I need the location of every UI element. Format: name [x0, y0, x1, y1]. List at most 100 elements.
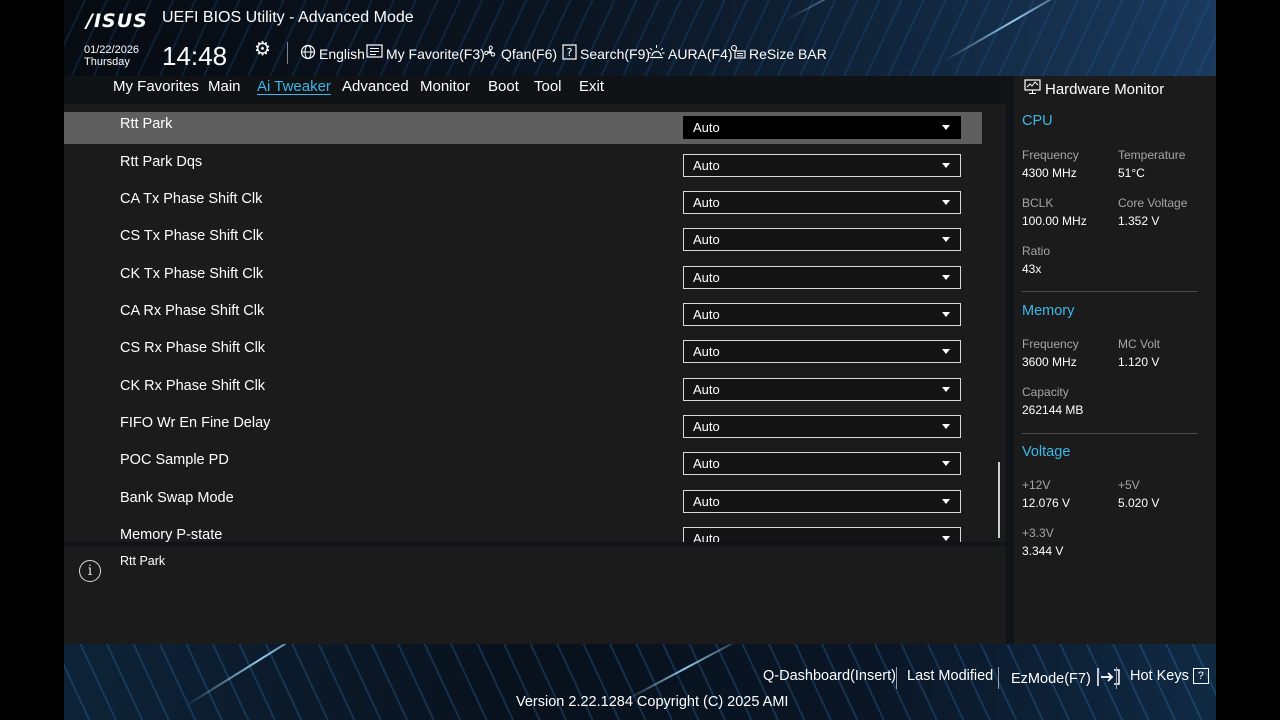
- setting-row[interactable]: Rtt Park Auto: [64, 112, 982, 144]
- header-divider: [287, 42, 288, 64]
- chevron-down-icon: [942, 163, 950, 168]
- globe-icon: [300, 44, 316, 64]
- setting-row[interactable]: CS Tx Phase Shift Clk Auto: [64, 224, 982, 256]
- setting-label: POC Sample PD: [120, 452, 229, 468]
- language-button[interactable]: English: [300, 44, 365, 64]
- cpu-heading: CPU: [1022, 113, 1053, 129]
- dropdown-value: Auto: [693, 344, 720, 359]
- footer-divider: [896, 667, 897, 689]
- setting-label: CS Rx Phase Shift Clk: [120, 340, 266, 356]
- setting-dropdown[interactable]: Auto: [683, 154, 961, 177]
- section-divider: [1022, 433, 1198, 434]
- setting-row[interactable]: Memory P-state Auto: [64, 523, 982, 542]
- tab-boot[interactable]: Boot: [488, 78, 519, 95]
- setting-row[interactable]: POC Sample PD Auto: [64, 448, 982, 480]
- ezmode-button[interactable]: EzMode(F7): [1011, 668, 1121, 690]
- qfan-button[interactable]: Qfan(F6): [482, 44, 557, 64]
- asus-logo: /ISUS: [86, 10, 148, 32]
- setting-row[interactable]: Bank Swap Mode Auto: [64, 486, 982, 518]
- aura-icon: [648, 44, 665, 64]
- setting-dropdown[interactable]: Auto: [683, 116, 961, 139]
- time-display: 14:48: [162, 41, 228, 71]
- setting-row[interactable]: CK Tx Phase Shift Clk Auto: [64, 262, 982, 294]
- hardware-monitor-title: Hardware Monitor: [1024, 79, 1164, 99]
- q-dashboard-button[interactable]: Q-Dashboard(Insert): [763, 668, 896, 684]
- day-text: Thursday: [84, 56, 130, 68]
- qfan-label: Qfan(F6): [501, 46, 558, 62]
- help-key-icon: ?: [1192, 668, 1209, 685]
- resize-bar-icon: [730, 44, 746, 64]
- last-modified-button[interactable]: Last Modified: [907, 668, 993, 684]
- setting-row[interactable]: CK Rx Phase Shift Clk Auto: [64, 374, 982, 406]
- setting-dropdown[interactable]: Auto: [683, 527, 961, 542]
- mc-volt-label: MC Volt: [1118, 337, 1161, 351]
- chevron-down-icon: [942, 237, 950, 242]
- svg-text:?: ?: [567, 46, 573, 59]
- tab-tool[interactable]: Tool: [534, 78, 562, 95]
- setting-dropdown[interactable]: Auto: [683, 340, 961, 363]
- v5-label: +5V: [1118, 478, 1140, 492]
- setting-label: Rtt Park: [120, 116, 173, 132]
- setting-row[interactable]: Rtt Park Dqs Auto: [64, 150, 982, 182]
- setting-row[interactable]: CA Tx Phase Shift Clk Auto: [64, 187, 982, 219]
- setting-dropdown[interactable]: Auto: [683, 452, 961, 475]
- tab-ai-tweaker[interactable]: Ai Tweaker: [257, 78, 331, 95]
- setting-row[interactable]: CS Rx Phase Shift Clk Auto: [64, 336, 982, 368]
- setting-dropdown[interactable]: Auto: [683, 415, 961, 438]
- setting-dropdown[interactable]: Auto: [683, 266, 961, 289]
- setting-dropdown[interactable]: Auto: [683, 303, 961, 326]
- resize-bar-button[interactable]: ReSize BAR: [730, 44, 827, 64]
- settings-list: Rtt Park Auto Rtt Park Dqs Auto CA Tx Ph…: [64, 104, 1006, 542]
- tab-my-favorites[interactable]: My Favorites: [113, 78, 199, 95]
- setting-row[interactable]: FIFO Wr En Fine Delay Auto: [64, 411, 982, 443]
- search-label: Search(F9): [580, 46, 651, 62]
- cpu-temperature-label: Temperature: [1118, 148, 1186, 162]
- gear-icon[interactable]: ⚙: [254, 38, 271, 60]
- aura-button[interactable]: AURA(F4): [648, 44, 733, 64]
- setting-row[interactable]: CA Rx Phase Shift Clk Auto: [64, 299, 982, 331]
- capacity-value: 262144 MB: [1022, 403, 1084, 417]
- dropdown-value: Auto: [693, 531, 720, 542]
- monitor-icon: [1024, 79, 1041, 99]
- date-text: 01/22/2026: [84, 44, 140, 56]
- exit-arrow-icon: [1097, 668, 1121, 690]
- favorite-icon: [366, 44, 383, 63]
- v12-value: 12.076 V: [1022, 496, 1071, 510]
- cpu-frequency-value: 4300 MHz: [1022, 166, 1077, 180]
- setting-label: CA Rx Phase Shift Clk: [120, 303, 265, 319]
- tab-exit[interactable]: Exit: [579, 78, 604, 95]
- chevron-down-icon: [942, 499, 950, 504]
- help-text: Rtt Park: [120, 554, 166, 568]
- resize-bar-label: ReSize BAR: [749, 46, 827, 62]
- dropdown-value: Auto: [693, 307, 720, 322]
- setting-dropdown[interactable]: Auto: [683, 228, 961, 251]
- my-favorite-button[interactable]: My Favorite(F3): [366, 44, 485, 63]
- tab-main[interactable]: Main: [208, 78, 241, 95]
- chevron-down-icon: [942, 461, 950, 466]
- setting-label: CK Rx Phase Shift Clk: [120, 378, 266, 394]
- aura-label: AURA(F4): [668, 46, 733, 62]
- setting-dropdown[interactable]: Auto: [683, 490, 961, 513]
- setting-label: Rtt Park Dqs: [120, 154, 203, 170]
- scrollbar[interactable]: [998, 462, 1000, 538]
- memory-frequency-value: 3600 MHz: [1022, 355, 1077, 369]
- search-button[interactable]: ? Search(F9): [562, 44, 650, 64]
- cpu-temperature-value: 51°C: [1118, 166, 1145, 180]
- v33-label: +3.3V: [1022, 526, 1054, 540]
- hot-keys-button[interactable]: Hot Keys?: [1130, 668, 1209, 685]
- capacity-label: Capacity: [1022, 385, 1069, 399]
- dropdown-value: Auto: [693, 232, 720, 247]
- section-divider: [1022, 291, 1198, 292]
- tab-advanced[interactable]: Advanced: [342, 78, 409, 95]
- dropdown-value: Auto: [693, 120, 720, 135]
- mc-volt-value: 1.120 V: [1118, 355, 1160, 369]
- dropdown-value: Auto: [693, 419, 720, 434]
- memory-heading: Memory: [1022, 303, 1075, 319]
- tab-monitor[interactable]: Monitor: [420, 78, 470, 95]
- setting-dropdown[interactable]: Auto: [683, 191, 961, 214]
- setting-dropdown[interactable]: Auto: [683, 378, 961, 401]
- dropdown-value: Auto: [693, 158, 720, 173]
- setting-label: CA Tx Phase Shift Clk: [120, 191, 263, 207]
- core-voltage-label: Core Voltage: [1118, 196, 1188, 210]
- v12-label: +12V: [1022, 478, 1051, 492]
